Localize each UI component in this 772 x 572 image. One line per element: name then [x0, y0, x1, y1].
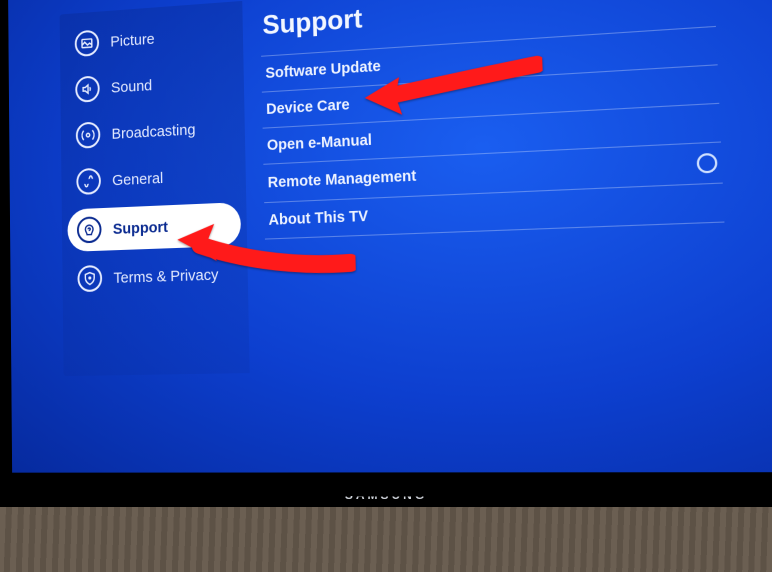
sidebar-item-label: General	[112, 169, 163, 189]
sidebar-item-label: Broadcasting	[111, 121, 195, 143]
picture-icon	[75, 30, 100, 58]
row-label: Open e-Manual	[267, 132, 372, 154]
tv-brand-logo: SAMSUNG	[345, 488, 427, 502]
settings-sidebar: Picture Sound Broadcasting	[60, 1, 250, 376]
settings-panel: Picture Sound Broadcasting	[60, 0, 743, 376]
sound-icon	[75, 75, 100, 102]
row-label: Device Care	[266, 97, 350, 118]
privacy-icon	[77, 265, 102, 292]
sidebar-item-label: Support	[113, 218, 168, 238]
general-icon	[76, 168, 101, 195]
sidebar-item-label: Sound	[111, 77, 152, 97]
support-icon	[77, 216, 102, 243]
row-label: Remote Management	[268, 168, 417, 192]
broadcasting-icon	[76, 121, 101, 148]
sidebar-item-label: Picture	[110, 30, 154, 50]
tv-screen: Picture Sound Broadcasting	[8, 0, 772, 473]
annotation-arrow-support	[175, 212, 356, 296]
annotation-arrow-device-care	[364, 55, 545, 134]
sidebar-item-general[interactable]: General	[61, 150, 246, 206]
toggle-ring-icon[interactable]	[696, 153, 717, 174]
settings-main: Support Software Update Device Care Open…	[242, 0, 742, 373]
